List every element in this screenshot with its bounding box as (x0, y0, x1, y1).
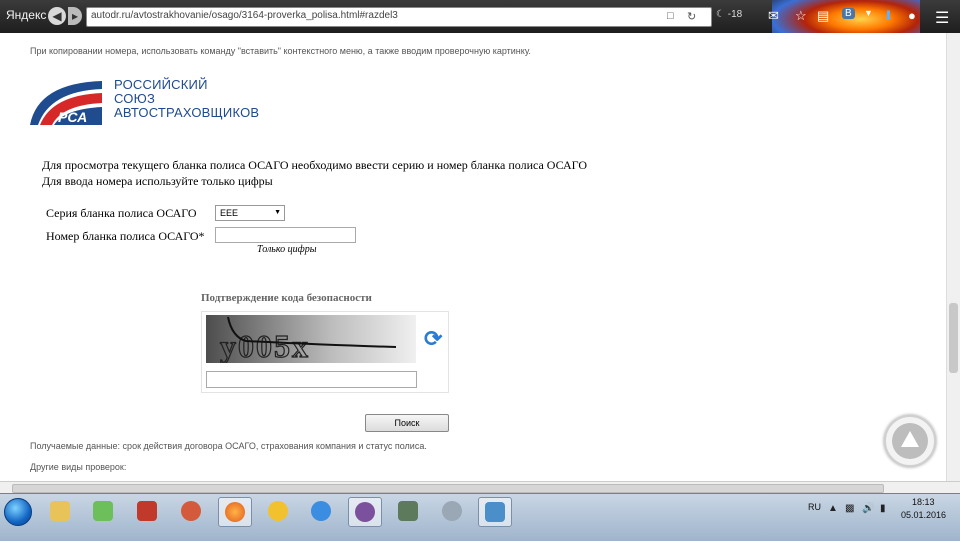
taskbar: RU ▲ ▩ 🔊 ▮ 18:13 05.01.2016 (0, 493, 960, 541)
captcha-title: Подтверждение кода безопасности (201, 292, 372, 304)
rsa-logo-text: РОССИЙСКИЙ СОЮЗ АВТОСТРАХОВЩИКОВ (114, 78, 259, 120)
taskbar-app-9[interactable] (392, 497, 424, 525)
rsa-logo: РСА РОССИЙСКИЙ СОЮЗ АВТОСТРАХОВЩИКОВ (28, 77, 259, 127)
firefox-icon (225, 502, 245, 522)
result-note: Получаемые данные: срок действия договор… (30, 441, 427, 451)
browser-toolbar: Яндекс ◀ ▸ autodr.ru/avtostrakhovanie/os… (0, 0, 960, 48)
reader-mode-icon[interactable]: □ (667, 10, 674, 22)
number-input[interactable] (215, 227, 356, 243)
taskbar-app-11[interactable] (478, 497, 512, 527)
taskbar-explorer[interactable] (44, 497, 76, 525)
svg-text:РСА: РСА (58, 109, 87, 125)
arrow-right-icon: ▸ (71, 9, 79, 23)
profile-badge[interactable]: B (842, 8, 855, 19)
address-bar[interactable]: autodr.ru/avtostrakhovanie/osago/3164-pr… (86, 7, 712, 27)
taskbar-app-4[interactable] (175, 497, 207, 525)
taskbar-viber[interactable] (348, 497, 382, 527)
image-viewer-icon (485, 502, 505, 522)
rsa-emblem-icon: РСА (30, 81, 102, 125)
browser-brand[interactable]: Яндекс (6, 8, 46, 22)
arrow-up-icon (901, 431, 919, 447)
network-app-icon (93, 501, 113, 521)
taskbar-app-3[interactable] (131, 497, 163, 525)
weather-temp: -18 (727, 9, 743, 20)
page-viewport: При копировании номера, использовать ком… (0, 33, 946, 481)
logo-line-3: АВТОСТРАХОВЩИКОВ (114, 105, 260, 120)
bookmark-star-icon[interactable]: ☆ (795, 8, 807, 24)
scroll-to-top-inner (892, 423, 928, 459)
start-button[interactable] (4, 498, 32, 526)
other-checks-note: Другие виды проверок: (30, 462, 127, 472)
series-select[interactable]: ЕЕЕ ▼ (215, 205, 285, 221)
clock-date[interactable]: 05.01.2016 (901, 510, 946, 520)
taskbar-app-10[interactable] (436, 497, 468, 525)
vertical-scrollbar[interactable] (946, 33, 960, 481)
menu-icon[interactable]: ☰ (935, 8, 949, 28)
captcha-panel: у005х ⟳ (201, 311, 449, 393)
vertical-scroll-thumb[interactable] (949, 303, 958, 373)
tray-device-icon[interactable]: ▩ (845, 503, 854, 514)
taskbar-app-7[interactable] (305, 497, 337, 525)
logo-line-2: СОЮЗ (114, 91, 155, 106)
chevron-down-icon[interactable]: ▼ (864, 8, 873, 18)
globe-icon (311, 501, 331, 521)
digits-hint: Только цифры (257, 244, 317, 255)
reload-icon[interactable]: ↻ (687, 10, 696, 23)
satellite-icon (398, 501, 418, 521)
series-selected-value: ЕЕЕ (220, 208, 239, 218)
language-indicator[interactable]: RU (808, 502, 821, 512)
intro-text-1: Для просмотра текущего бланка полиса ОСА… (42, 158, 587, 172)
viber-icon (355, 502, 375, 522)
captcha-input[interactable] (206, 371, 417, 388)
number-label: Номер бланка полиса ОСАГО* (46, 229, 205, 243)
recovery-app-icon (181, 501, 201, 521)
series-label: Серия бланка полиса ОСАГО (46, 206, 197, 220)
folder-icon (50, 501, 70, 521)
logo-line-1: РОССИЙСКИЙ (114, 77, 208, 92)
intro-text-2: Для ввода номера используйте только цифр… (42, 174, 273, 188)
triangle-app-icon (137, 501, 157, 521)
taskbar-app-6[interactable] (262, 497, 294, 525)
weather-widget[interactable]: ☾ -18 (716, 9, 742, 20)
moon-icon: ☾ (716, 9, 725, 20)
arrow-left-icon: ◀ (52, 9, 62, 23)
search-button[interactable]: Поиск (365, 414, 449, 432)
bookmarks-list-icon[interactable]: ▤ (817, 8, 829, 24)
signal-icon[interactable]: ▮ (880, 503, 886, 514)
clock-time[interactable]: 18:13 (912, 497, 935, 507)
copy-instruction: При копировании номера, использовать ком… (30, 46, 531, 56)
back-button[interactable]: ◀ (48, 7, 66, 25)
caret-down-icon: ▼ (274, 209, 281, 216)
horizontal-scroll-thumb[interactable] (12, 484, 884, 493)
taskbar-firefox[interactable] (218, 497, 252, 527)
mail-icon[interactable]: ✉ (768, 8, 779, 24)
captcha-image: у005х (206, 315, 416, 363)
scroll-to-top-button[interactable] (884, 415, 936, 467)
refresh-captcha-icon[interactable]: ⟳ (424, 326, 442, 352)
forward-button[interactable]: ▸ (68, 7, 82, 25)
download-icon[interactable]: ⬇ (883, 8, 894, 24)
yellow-app-icon (268, 501, 288, 521)
taskbar-app-2[interactable] (87, 497, 119, 525)
gear-icon (442, 501, 462, 521)
extensions-icon[interactable]: ● (908, 8, 916, 23)
url-text[interactable]: autodr.ru/avtostrakhovanie/osago/3164-pr… (91, 10, 398, 21)
volume-icon[interactable]: 🔊 (862, 503, 874, 514)
tray-expand-icon[interactable]: ▲ (828, 503, 838, 514)
